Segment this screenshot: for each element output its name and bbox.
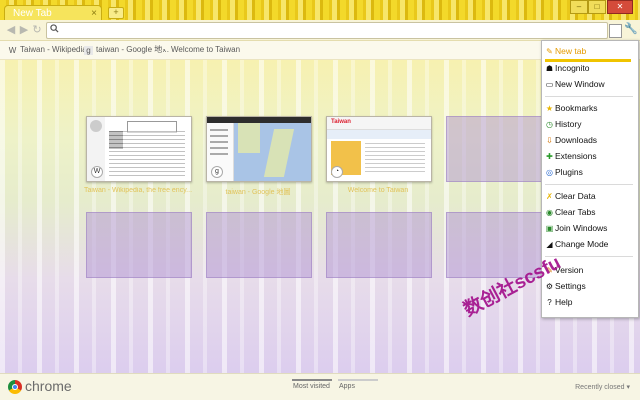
footer: chrome Most visited Apps Recently closed… <box>0 373 640 400</box>
menu-item-new-tab[interactable]: ✎ New tab <box>545 44 633 58</box>
bookmark-welcome-taiwan[interactable]: ◔ Welcome to Taiwan <box>159 44 240 56</box>
globe-icon: ◔ <box>331 166 343 178</box>
menu-item-plugins[interactable]: ◎ Plugins <box>545 165 633 179</box>
menu-item-settings[interactable]: ⚙ Settings <box>545 279 633 293</box>
menu-item-incognito[interactable]: ☗ Incognito <box>545 61 633 75</box>
thumbnail-welcome-taiwan[interactable]: Taiwan ◔ <box>326 116 432 182</box>
menu-item-label: Incognito <box>555 63 590 73</box>
browser-window: New Tab × + – □ ✕ ◀ ▶ ↻ ☆ 🔧 WTaiwan - Wi… <box>0 0 640 400</box>
wikipedia-icon: W <box>8 46 17 55</box>
menu-item-label: Plugins <box>555 167 583 177</box>
join-windows-icon: ▣ <box>545 224 554 233</box>
minimize-button[interactable]: – <box>570 0 588 14</box>
menu-item-downloads[interactable]: ⇩ Downloads <box>545 133 633 147</box>
clear-tabs-icon: ◉ <box>546 208 553 217</box>
tab-new-tab[interactable]: New Tab × <box>4 5 102 20</box>
thumbnail-title[interactable]: Taiwan - Wikipedia, the free ency... <box>73 187 203 194</box>
bookmark-label: taiwan - Google 地... <box>96 45 169 54</box>
menu-item-extensions[interactable]: ✚ Extensions <box>545 149 633 163</box>
menu-item-clear-tabs[interactable]: ◉ Clear Tabs <box>545 205 633 219</box>
puzzle-icon: ✚ <box>546 152 553 161</box>
title-bar: New Tab × + – □ ✕ <box>0 0 640 20</box>
thumbnail-google-maps[interactable]: g <box>206 116 312 182</box>
menu-item-help[interactable]: ? Help <box>545 295 633 309</box>
tab-indicator <box>338 379 378 381</box>
wikipedia-icon: W <box>91 166 103 178</box>
thumbnail-title[interactable]: Welcome to Taiwan <box>313 187 443 194</box>
menu-item-label: History <box>555 119 582 129</box>
tab-title: New Tab <box>13 8 52 19</box>
menu-item-label: Join Windows <box>555 223 608 233</box>
gear-icon: ⚙ <box>545 282 554 291</box>
plugin-icon: ◎ <box>546 168 553 177</box>
bookmark-label: Welcome to Taiwan <box>171 45 241 54</box>
menu-item-label: New Window <box>555 79 605 89</box>
menu-item-label: Change Mode <box>555 239 609 249</box>
tab-indicator <box>292 379 332 381</box>
help-icon: ? <box>547 298 552 307</box>
menu-item-label: Bookmarks <box>555 103 598 113</box>
menu-item-join-windows[interactable]: ▣ Join Windows <box>545 221 633 235</box>
bookmark-wikipedia[interactable]: W Taiwan - Wikipedia... <box>8 44 94 56</box>
google-maps-icon: g <box>211 166 223 178</box>
recently-closed-menu[interactable]: Recently closed ▾ <box>575 383 630 391</box>
clear-data-icon: ✗ <box>546 192 553 201</box>
new-tab-button[interactable]: + <box>108 7 124 19</box>
bookmark-label: Taiwan - Wikipedia... <box>20 45 94 54</box>
menu-item-change-mode[interactable]: ◢ Change Mode <box>545 237 633 251</box>
window-icon: ▭ <box>545 80 554 89</box>
menu-item-label: Clear Tabs <box>555 207 596 217</box>
search-icon <box>50 24 59 35</box>
menu-item-label: Clear Data <box>555 191 596 201</box>
download-icon: ⇩ <box>546 136 553 145</box>
star-icon: ★ <box>545 104 554 113</box>
menu-item-bookmarks[interactable]: ★ Bookmarks <box>545 101 633 115</box>
close-window-button[interactable]: ✕ <box>607 0 633 14</box>
menu-item-label: Help <box>555 297 573 307</box>
tab-most-visited[interactable]: Most visited <box>293 383 330 390</box>
incognito-icon: ☗ <box>545 64 554 73</box>
menu-item-label: Settings <box>555 281 586 291</box>
wrench-icon[interactable]: 🔧 <box>624 22 638 35</box>
new-tab-icon: ✎ <box>546 47 553 56</box>
thumbnail-empty <box>206 212 312 278</box>
thumbnail-empty <box>446 116 552 182</box>
menu-separator <box>545 256 633 257</box>
thumbnail-wikipedia[interactable]: W <box>86 116 192 182</box>
tab-apps[interactable]: Apps <box>339 383 355 390</box>
menu-item-new-window[interactable]: ▭ New Window <box>545 77 633 91</box>
menu-item-label: New tab <box>555 46 587 56</box>
bookmark-google-maps[interactable]: g taiwan - Google 地... <box>84 44 169 56</box>
reload-button[interactable]: ↻ <box>31 24 43 36</box>
google-maps-icon: g <box>84 46 93 55</box>
menu-item-clear-data[interactable]: ✗ Clear Data <box>545 189 633 203</box>
brand-name: chrome <box>25 378 72 394</box>
omnibox[interactable]: ☆ <box>46 22 640 39</box>
menu-item-history[interactable]: ◷ History <box>545 117 633 131</box>
globe-icon: ◔ <box>161 46 166 55</box>
back-button[interactable]: ◀ <box>5 24 17 36</box>
page-menu-icon[interactable] <box>609 24 622 38</box>
thumbnail-empty <box>86 212 192 278</box>
forward-button[interactable]: ▶ <box>18 24 30 36</box>
tab-close-icon[interactable]: × <box>91 6 97 21</box>
history-icon: ◷ <box>546 120 553 129</box>
maximize-button[interactable]: □ <box>588 0 606 14</box>
thumbnail-empty <box>326 212 432 278</box>
thumbnail-title[interactable]: taiwan - Google 地圖 <box>193 187 323 197</box>
menu-item-label: Extensions <box>555 151 597 161</box>
chrome-logo-icon <box>8 380 22 394</box>
toolbar: ◀ ▶ ↻ ☆ <box>0 20 640 41</box>
menu-separator <box>545 96 633 97</box>
menu-item-label: Downloads <box>555 135 598 145</box>
menu-separator <box>545 184 633 185</box>
